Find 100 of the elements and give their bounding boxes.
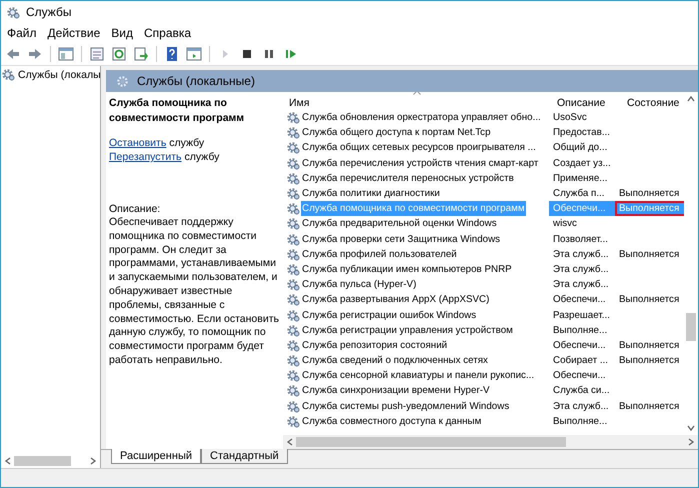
gear-icon	[287, 293, 300, 306]
service-name[interactable]: Служба синхронизации времени Hyper-V	[301, 383, 491, 399]
gear-icon	[287, 278, 300, 292]
gear-icon	[287, 414, 300, 428]
gear-icon	[2, 68, 15, 81]
forward-arrow-icon[interactable]	[27, 46, 43, 62]
gear-icon	[287, 232, 300, 246]
table-cell-text: Выполняется	[618, 338, 680, 353]
export-icon[interactable]	[133, 46, 149, 62]
view-tab[interactable]: Стандартный	[201, 449, 288, 464]
service-name[interactable]: Служба проверки сети Защитника Windows	[301, 232, 502, 247]
service-name[interactable]: Служба системы push-уведомлений Windows	[301, 398, 510, 414]
service-name[interactable]: Служба сведений о подключенных сетях	[301, 353, 489, 368]
scroll-up-icon[interactable]	[687, 95, 695, 103]
gear-icon	[287, 172, 300, 185]
scroll-left-icon[interactable]	[286, 438, 294, 446]
service-name[interactable]: Служба регистрации управления устройством	[301, 322, 514, 338]
gear-icon	[287, 202, 300, 216]
help-icon[interactable]	[164, 46, 180, 62]
service-name[interactable]: Служба перечислителя переносных устройств	[301, 170, 515, 186]
service-name[interactable]: Служба публикации имен компьютеров PNRP	[301, 262, 513, 278]
table-cell-text: Обеспечи...	[552, 338, 607, 353]
column-header[interactable]: Описание	[553, 97, 623, 109]
window-play-icon[interactable]	[186, 46, 202, 62]
service-name[interactable]: Служба совместного доступа к данным	[301, 414, 482, 429]
service-name[interactable]: Служба профилей пользователей	[301, 246, 458, 262]
table-cell-text: Выполняется	[618, 354, 680, 368]
service-name[interactable]: Служба общих сетевых ресурсов проигрывателя ...	[301, 140, 537, 156]
column-header[interactable]: Состояние	[623, 97, 684, 109]
service-name[interactable]: Служба регистрации ошибок Windows	[301, 307, 478, 323]
scroll-down-icon[interactable]	[687, 424, 695, 432]
gear-icon	[287, 384, 300, 398]
scroll-left-icon[interactable]	[4, 457, 12, 465]
service-name[interactable]: Служба обновления оркестратора управляет обно...	[301, 110, 542, 126]
gear-icon	[287, 400, 300, 413]
gear-icon	[287, 141, 300, 154]
service-name[interactable]: Служба перечисления устройств чтения смарт-карт	[301, 156, 540, 171]
table-cell-text: Эта служб...	[552, 262, 610, 277]
gear-icon	[287, 187, 300, 200]
service-name[interactable]: Служба общего доступа к портам Net.Tcp	[301, 125, 492, 140]
gear-icon	[116, 74, 129, 88]
table-cell-text: wisvc	[552, 217, 578, 232]
table-cell-text: Применяе...	[552, 172, 608, 186]
service-name[interactable]: Служба политики диагностики	[301, 186, 441, 202]
gear-icon	[287, 111, 300, 124]
window-icon[interactable]	[58, 46, 74, 62]
table-cell-text: Выполняется	[618, 248, 680, 262]
table-cell-text: UsoSvc	[552, 111, 588, 126]
description-text: Обеспечивает поддержку помощника по совместимости программ. Он следит за программами, устанавливаемыми и запускаемыми пользователем, и обнаруживает известные проблемы, связанные с совместимостью. Если остановить данную службу, то помощник по совместимости программ будет работать неправильно.	[109, 216, 279, 368]
service-name[interactable]: Служба пульса (Hyper-V)	[301, 277, 418, 292]
scroll-right-icon[interactable]	[89, 457, 97, 465]
view-tab[interactable]: Расширенный	[111, 449, 201, 464]
table-cell-text: Выполняе...	[552, 414, 608, 429]
window-title: Службы	[26, 5, 72, 19]
gear-icon	[7, 6, 20, 18]
table-cell-text: Позволяет...	[552, 232, 609, 247]
gear-icon	[287, 324, 300, 337]
table-cell-text: Обеспечи...	[552, 369, 607, 384]
service-title: Служба помощника по совместимости программ	[109, 96, 246, 126]
table-cell: Выполняется	[615, 201, 684, 216]
refresh-icon[interactable]	[111, 46, 127, 62]
service-name[interactable]: Служба сенсорной клавиатуры и панели рукопис...	[301, 368, 536, 384]
gear-icon	[287, 126, 300, 140]
panel-title: Службы (локальные)	[137, 74, 255, 88]
action-text: службу	[169, 137, 204, 149]
gear-icon	[287, 369, 300, 382]
table-cell-text: Эта служб...	[552, 400, 610, 414]
table-cell-text: Выполняется	[618, 187, 680, 202]
scrollbar-thumb[interactable]	[686, 313, 696, 341]
gear-icon	[287, 262, 300, 276]
table-cell-text: Служба си...	[552, 384, 611, 398]
table-cell-text: Разрешает...	[552, 308, 611, 323]
menu-item[interactable]: Справка	[140, 26, 198, 40]
table-cell-text: Общий до...	[552, 141, 608, 156]
action-link[interactable]: Перезапустить	[109, 151, 182, 163]
menu-item[interactable]: Вид	[107, 26, 140, 40]
description-label: Описание:	[109, 202, 162, 216]
menu-item[interactable]: Файл	[3, 26, 44, 40]
table-cell-text: Создает уз...	[552, 156, 612, 171]
tree-item[interactable]: Службы (локалы	[1, 66, 100, 83]
gear-icon	[287, 308, 300, 322]
scroll-right-icon[interactable]	[687, 438, 695, 446]
table-cell: Обеспечи...	[549, 201, 615, 216]
gear-icon	[287, 354, 300, 368]
gear-icon	[287, 248, 300, 261]
column-header[interactable]: Имя	[285, 97, 553, 109]
back-arrow-icon[interactable]	[5, 46, 21, 62]
table-cell-text: Эта служб...	[552, 248, 610, 262]
service-name[interactable]: Служба репозитория состояний	[301, 338, 448, 353]
service-name[interactable]: Служба предварительной оценки Windows	[301, 216, 498, 232]
action-link[interactable]: Остановить	[109, 137, 166, 149]
scrollbar-thumb[interactable]	[296, 437, 566, 447]
service-name[interactable]: Служба развертывания AppX (AppXSVC)	[301, 292, 490, 308]
gear-icon	[287, 156, 300, 170]
table-cell-text: Эта служб...	[552, 278, 610, 292]
table-cell-text: Служба п...	[552, 187, 606, 202]
table-cell-text: Предостав...	[552, 126, 611, 140]
scrollbar-thumb[interactable]	[14, 456, 71, 466]
menu-item[interactable]: Действие	[44, 26, 108, 40]
list-icon[interactable]	[89, 46, 105, 62]
